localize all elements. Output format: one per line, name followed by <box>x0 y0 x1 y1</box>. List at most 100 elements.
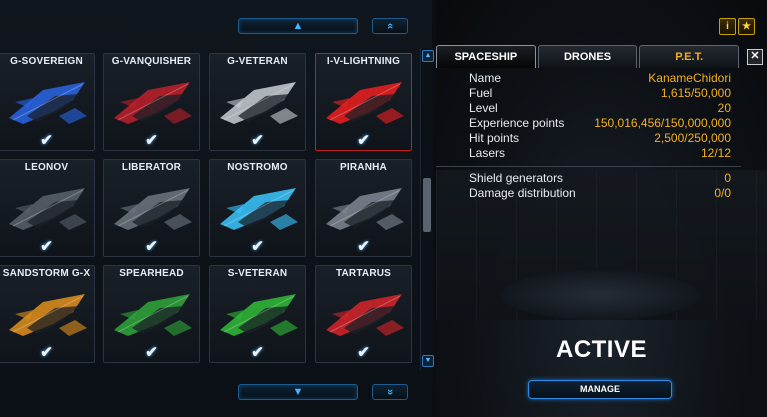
stat-label: Name <box>469 71 502 85</box>
checkmark-icon: ✔ <box>357 238 370 255</box>
ship-card[interactable]: G-VANQUISHER ✔ <box>103 53 200 151</box>
jump-to-top-button[interactable]: « <box>372 18 408 34</box>
ship-grid: G-SOVEREIGN ✔ G-VANQUISHER ✔ G-VETERAN ✔ I-V-L… <box>0 53 420 369</box>
checkmark-icon: ✔ <box>145 344 158 361</box>
tab-pet[interactable]: P.E.T. <box>639 45 740 68</box>
ship-card[interactable]: NOSTROMO ✔ <box>209 159 306 257</box>
favorite-button[interactable]: ★ <box>738 18 755 35</box>
checkmark-icon: ✔ <box>40 132 53 149</box>
checkmark-icon: ✔ <box>40 344 53 361</box>
grid-nav-top: ▲ « <box>238 15 412 37</box>
star-icon: ★ <box>742 21 751 32</box>
chevron-up-icon: ▲ <box>292 20 304 32</box>
ship-card[interactable]: G-VETERAN ✔ <box>209 53 306 151</box>
ship-image <box>9 188 87 230</box>
checkmark-icon: ✔ <box>251 238 264 255</box>
stat-label: Experience points <box>469 116 565 130</box>
stat-value: KanameChidori <box>648 71 731 85</box>
ship-name: G-VETERAN <box>227 56 288 67</box>
ship-card[interactable]: I-V-LIGHTNING ✔ <box>315 53 412 151</box>
double-chevron-up-icon: « <box>384 22 396 30</box>
ship-card[interactable]: S-VETERAN ✔ <box>209 265 306 363</box>
ship-name: G-SOVEREIGN <box>10 56 83 67</box>
checkmark-icon: ✔ <box>357 132 370 149</box>
ship-image <box>326 294 404 336</box>
ship-card[interactable]: G-SOVEREIGN ✔ <box>0 53 95 151</box>
stat-value: 2,500/250,000 <box>654 131 731 145</box>
close-icon[interactable]: ✕ <box>747 49 763 65</box>
tab-drones[interactable]: DRONES <box>537 45 638 68</box>
ship-details-panel: i ★ SPACESHIP DRONES P.E.T. ✕ Name Kanam… <box>436 0 767 417</box>
ship-stats: Name KanameChidori Fuel 1,615/50,000 Lev… <box>469 71 731 201</box>
ship-name: G-VANQUISHER <box>111 56 192 67</box>
double-chevron-down-icon: » <box>384 388 396 396</box>
stat-lasers: Lasers 12/12 <box>469 146 731 161</box>
stat-value: 150,016,456/150,000,000 <box>594 116 731 130</box>
scrollbar-up-arrow-icon[interactable]: ▲ <box>422 50 434 62</box>
stat-level: Level 20 <box>469 101 731 116</box>
ship-name: LEONOV <box>24 162 69 173</box>
checkmark-icon: ✔ <box>145 132 158 149</box>
stat-label: Shield generators <box>469 171 564 185</box>
stat-experience: Experience points 150,016,456/150,000,00… <box>469 116 731 131</box>
scroll-up-button[interactable]: ▲ <box>238 18 358 34</box>
stats-divider <box>436 166 741 167</box>
ship-name: SANDSTORM G-X <box>2 268 91 279</box>
stat-label: Fuel <box>469 86 493 100</box>
ship-name: PIRANHA <box>340 162 387 173</box>
stat-fuel: Fuel 1,615/50,000 <box>469 86 731 101</box>
ship-card[interactable]: LEONOV ✔ <box>0 159 95 257</box>
ship-card[interactable]: PIRANHA ✔ <box>315 159 412 257</box>
stat-label: Damage distribution <box>469 186 576 200</box>
ship-card[interactable]: SANDSTORM G-X ✔ <box>0 265 95 363</box>
info-icon: i <box>726 21 729 32</box>
stat-shield-generators: Shield generators 0 <box>469 171 731 186</box>
ship-name: SPEARHEAD <box>119 268 184 279</box>
scroll-down-button[interactable]: ▼ <box>238 384 358 400</box>
grid-nav-bottom: ▼ » <box>238 381 412 403</box>
ship-name: TARTARUS <box>335 268 392 279</box>
grid-scrollbar[interactable]: ▲ ▼ <box>420 48 434 370</box>
stat-value: 0 <box>724 171 731 185</box>
ship-card[interactable]: LIBERATOR ✔ <box>103 159 200 257</box>
checkmark-icon: ✔ <box>145 238 158 255</box>
tab-spaceship[interactable]: SPACESHIP <box>436 45 536 68</box>
checkmark-icon: ✔ <box>40 238 53 255</box>
ship-name: LIBERATOR <box>121 162 182 173</box>
ship-image <box>9 294 87 336</box>
ship-image <box>220 294 298 336</box>
ship-image <box>114 82 192 124</box>
ship-image <box>326 188 404 230</box>
ship-status-label: ACTIVE <box>555 336 647 363</box>
stat-label: Hit points <box>469 131 520 145</box>
stat-value: 20 <box>717 101 731 115</box>
ship-image <box>326 82 404 124</box>
jump-to-bottom-button[interactable]: » <box>372 384 408 400</box>
ship-image <box>220 82 298 124</box>
hangar-platform <box>500 270 700 320</box>
stat-value: 12/12 <box>700 146 731 160</box>
ship-image <box>9 82 87 124</box>
details-tabs: SPACESHIP DRONES P.E.T. <box>436 45 741 69</box>
ship-image <box>220 188 298 230</box>
ship-card[interactable]: TARTARUS ✔ <box>315 265 412 363</box>
ship-name: S-VETERAN <box>227 268 288 279</box>
stat-value: 0/0 <box>714 186 731 200</box>
stat-value: 1,615/50,000 <box>660 86 731 100</box>
ship-card[interactable]: SPEARHEAD ✔ <box>103 265 200 363</box>
checkmark-icon: ✔ <box>357 344 370 361</box>
chevron-down-icon: ▼ <box>292 386 304 398</box>
stat-damage-distribution: Damage distribution 0/0 <box>469 186 731 201</box>
ship-image <box>114 294 192 336</box>
stat-name: Name KanameChidori <box>469 71 731 86</box>
info-button[interactable]: i <box>719 18 736 35</box>
scrollbar-thumb[interactable] <box>423 178 431 232</box>
ship-selection-panel: ▲ « G-SOVEREIGN ✔ G-VANQUISHER ✔ G-VETERAN ✔ I… <box>0 0 434 417</box>
ship-name: NOSTROMO <box>227 162 288 173</box>
scrollbar-down-arrow-icon[interactable]: ▼ <box>422 355 434 367</box>
checkmark-icon: ✔ <box>251 132 264 149</box>
checkmark-icon: ✔ <box>251 344 264 361</box>
manage-button[interactable]: MANAGE <box>528 380 672 399</box>
ship-name: I-V-LIGHTNING <box>326 56 401 67</box>
ship-image <box>114 188 192 230</box>
